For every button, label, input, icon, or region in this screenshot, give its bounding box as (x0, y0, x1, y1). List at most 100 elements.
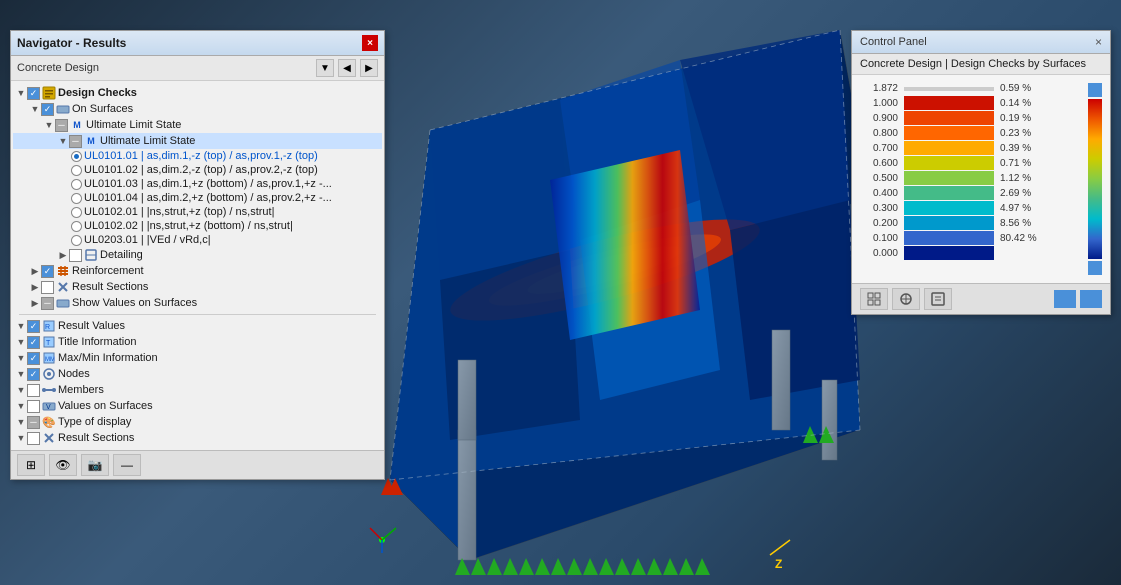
legend-bar-100 (904, 231, 994, 245)
checkbox-detailing[interactable] (69, 249, 82, 262)
tree-item-uls-child[interactable]: ▼ ─ M Ultimate Limit State (13, 133, 382, 149)
radio-ul0101-01[interactable] (71, 151, 82, 162)
bottom-btn-line[interactable]: — (113, 454, 141, 476)
legend-row-100: 0.100 80.42 % (860, 231, 1080, 245)
toggle-result-sections[interactable]: ▶ (29, 282, 41, 293)
tree-item-nodes[interactable]: ▼ ✓ Nodes (13, 366, 382, 382)
legend-pct-800: 0.23 % (1000, 128, 1045, 139)
checkbox-reinforcement[interactable]: ✓ (41, 265, 54, 278)
legend-row-300: 0.300 4.97 % (860, 201, 1080, 215)
icon-result-values: R (42, 319, 56, 333)
tree-item-result-sections2[interactable]: ▼ Result Sections (13, 430, 382, 446)
radio-ul0101-03[interactable] (71, 179, 82, 190)
cp-bottom-toolbar (852, 283, 1110, 314)
toolbar-expand-button[interactable]: ▼ (316, 59, 334, 77)
navigator-close-button[interactable]: × (362, 35, 378, 51)
tree-item-design-checks[interactable]: ▼ ✓ Design Checks (13, 85, 382, 101)
cp-btn-export[interactable] (924, 288, 952, 310)
icon-type-display: 🎨 (42, 415, 56, 429)
checkbox-on-surfaces[interactable]: ✓ (41, 103, 54, 116)
toggle-title-info[interactable]: ▼ (15, 337, 27, 347)
cp-blue-indicator (1054, 290, 1076, 308)
toolbar-prev-button[interactable]: ◀ (338, 59, 356, 77)
toggle-reinforcement[interactable]: ▶ (29, 266, 41, 277)
tree-item-ul0102-01[interactable]: UL0102.01 | |ns,strut,+z (top) / ns,stru… (13, 205, 382, 219)
checkbox-result-values[interactable]: ✓ (27, 320, 40, 333)
tree-item-ul0101-01[interactable]: UL0101.01 | as,dim.1,-z (top) / as,prov.… (13, 149, 382, 163)
cp-btn-grid[interactable] (860, 288, 888, 310)
radio-ul0101-04[interactable] (71, 193, 82, 204)
tree-item-ul0101-04[interactable]: UL0101.04 | as,dim.2,+z (bottom) / as,pr… (13, 191, 382, 205)
legend-bar-600 (904, 156, 994, 170)
toggle-maxmin-info[interactable]: ▼ (15, 353, 27, 363)
radio-ul0102-01[interactable] (71, 207, 82, 218)
legend-max-value: 1.872 (860, 83, 898, 94)
toggle-uls-parent[interactable]: ▼ (43, 120, 55, 130)
checkbox-maxmin-info[interactable]: ✓ (27, 352, 40, 365)
checkbox-show-values[interactable]: ─ (41, 297, 54, 310)
radio-ul0102-02[interactable] (71, 221, 82, 232)
checkbox-result-sections2[interactable] (27, 432, 40, 445)
toggle-members[interactable]: ▼ (15, 385, 27, 395)
tree-item-reinforcement[interactable]: ▶ ✓ Reinforcement (13, 263, 382, 279)
legend-bar-200 (904, 216, 994, 230)
checkbox-title-info[interactable]: ✓ (27, 336, 40, 349)
icon-result-sections2 (42, 431, 56, 445)
bottom-btn-camera[interactable]: 📷 (81, 454, 109, 476)
legend-bar-400 (904, 186, 994, 200)
tree-item-ul0102-02[interactable]: UL0102.02 | |ns,strut,+z (bottom) / ns,s… (13, 219, 382, 233)
cp-btn-scale[interactable] (892, 288, 920, 310)
legend-bar-300 (904, 201, 994, 215)
checkbox-uls-child[interactable]: ─ (69, 135, 82, 148)
legend-bar-500 (904, 171, 994, 185)
legend-pct-100: 80.42 % (1000, 233, 1045, 244)
tree-item-values-surfaces[interactable]: ▼ V Values on Surfaces (13, 398, 382, 414)
cp-blue-indicator2 (1080, 290, 1102, 308)
cp-close-button[interactable]: × (1095, 35, 1102, 49)
toggle-result-sections2[interactable]: ▼ (15, 433, 27, 443)
tree-item-ul0203-01[interactable]: UL0203.01 | |VEd / vRd,c| (13, 233, 382, 247)
tree-item-result-sections[interactable]: ▶ Result Sections (13, 279, 382, 295)
checkbox-uls-parent[interactable]: ─ (55, 119, 68, 132)
checkbox-type-display[interactable]: ─ (27, 416, 40, 429)
legend-pct-500: 1.12 % (1000, 173, 1045, 184)
bottom-btn-grid[interactable]: ⊞ (17, 454, 45, 476)
label-ul0101-02: UL0101.02 | as,dim.2,-z (top) / as,prov.… (84, 164, 318, 176)
radio-ul0203-01[interactable] (71, 235, 82, 246)
tree-item-maxmin-info[interactable]: ▼ ✓ MM Max/Min Information (13, 350, 382, 366)
checkbox-design-checks[interactable]: ✓ (27, 87, 40, 100)
tree-item-detailing[interactable]: ▶ Detailing (13, 247, 382, 263)
label-values-surfaces: Values on Surfaces (58, 400, 153, 412)
tree-item-title-info[interactable]: ▼ ✓ T Title Information (13, 334, 382, 350)
toggle-values-surfaces[interactable]: ▼ (15, 401, 27, 411)
tree-item-on-surfaces[interactable]: ▼ ✓ On Surfaces (13, 101, 382, 117)
toolbar-next-button[interactable]: ▶ (360, 59, 378, 77)
checkbox-nodes[interactable]: ✓ (27, 368, 40, 381)
toggle-type-display[interactable]: ▼ (15, 417, 27, 427)
toggle-nodes[interactable]: ▼ (15, 369, 27, 379)
toggle-design-checks[interactable]: ▼ (15, 88, 27, 98)
toggle-result-values[interactable]: ▼ (15, 321, 27, 331)
icon-detailing (84, 248, 98, 262)
checkbox-result-sections[interactable] (41, 281, 54, 294)
checkbox-values-surfaces[interactable] (27, 400, 40, 413)
tree-item-show-values[interactable]: ▶ ─ Show Values on Surfaces (13, 295, 382, 311)
tree-item-result-values[interactable]: ▼ ✓ R Result Values (13, 318, 382, 334)
tree-item-ul0101-03[interactable]: UL0101.03 | as,dim.1,+z (bottom) / as,pr… (13, 177, 382, 191)
bottom-btn-view[interactable]: 👁 (49, 454, 77, 476)
tree-item-uls-parent[interactable]: ▼ ─ M Ultimate Limit State (13, 117, 382, 133)
legend-val-100: 0.100 (860, 233, 898, 244)
tree-item-members[interactable]: ▼ Members (13, 382, 382, 398)
toggle-show-values[interactable]: ▶ (29, 298, 41, 309)
icon-show-values (56, 296, 70, 310)
toggle-detailing[interactable]: ▶ (57, 250, 69, 261)
radio-ul0101-02[interactable] (71, 165, 82, 176)
legend-bar-700 (904, 141, 994, 155)
checkbox-members[interactable] (27, 384, 40, 397)
tree-item-type-display[interactable]: ▼ ─ 🎨 Type of display (13, 414, 382, 430)
toolbar-label: Concrete Design (17, 62, 312, 74)
tree-item-ul0101-02[interactable]: UL0101.02 | as,dim.2,-z (top) / as,prov.… (13, 163, 382, 177)
toggle-uls-child[interactable]: ▼ (57, 136, 69, 146)
legend-val-800: 0.800 (860, 128, 898, 139)
toggle-on-surfaces[interactable]: ▼ (29, 104, 41, 114)
